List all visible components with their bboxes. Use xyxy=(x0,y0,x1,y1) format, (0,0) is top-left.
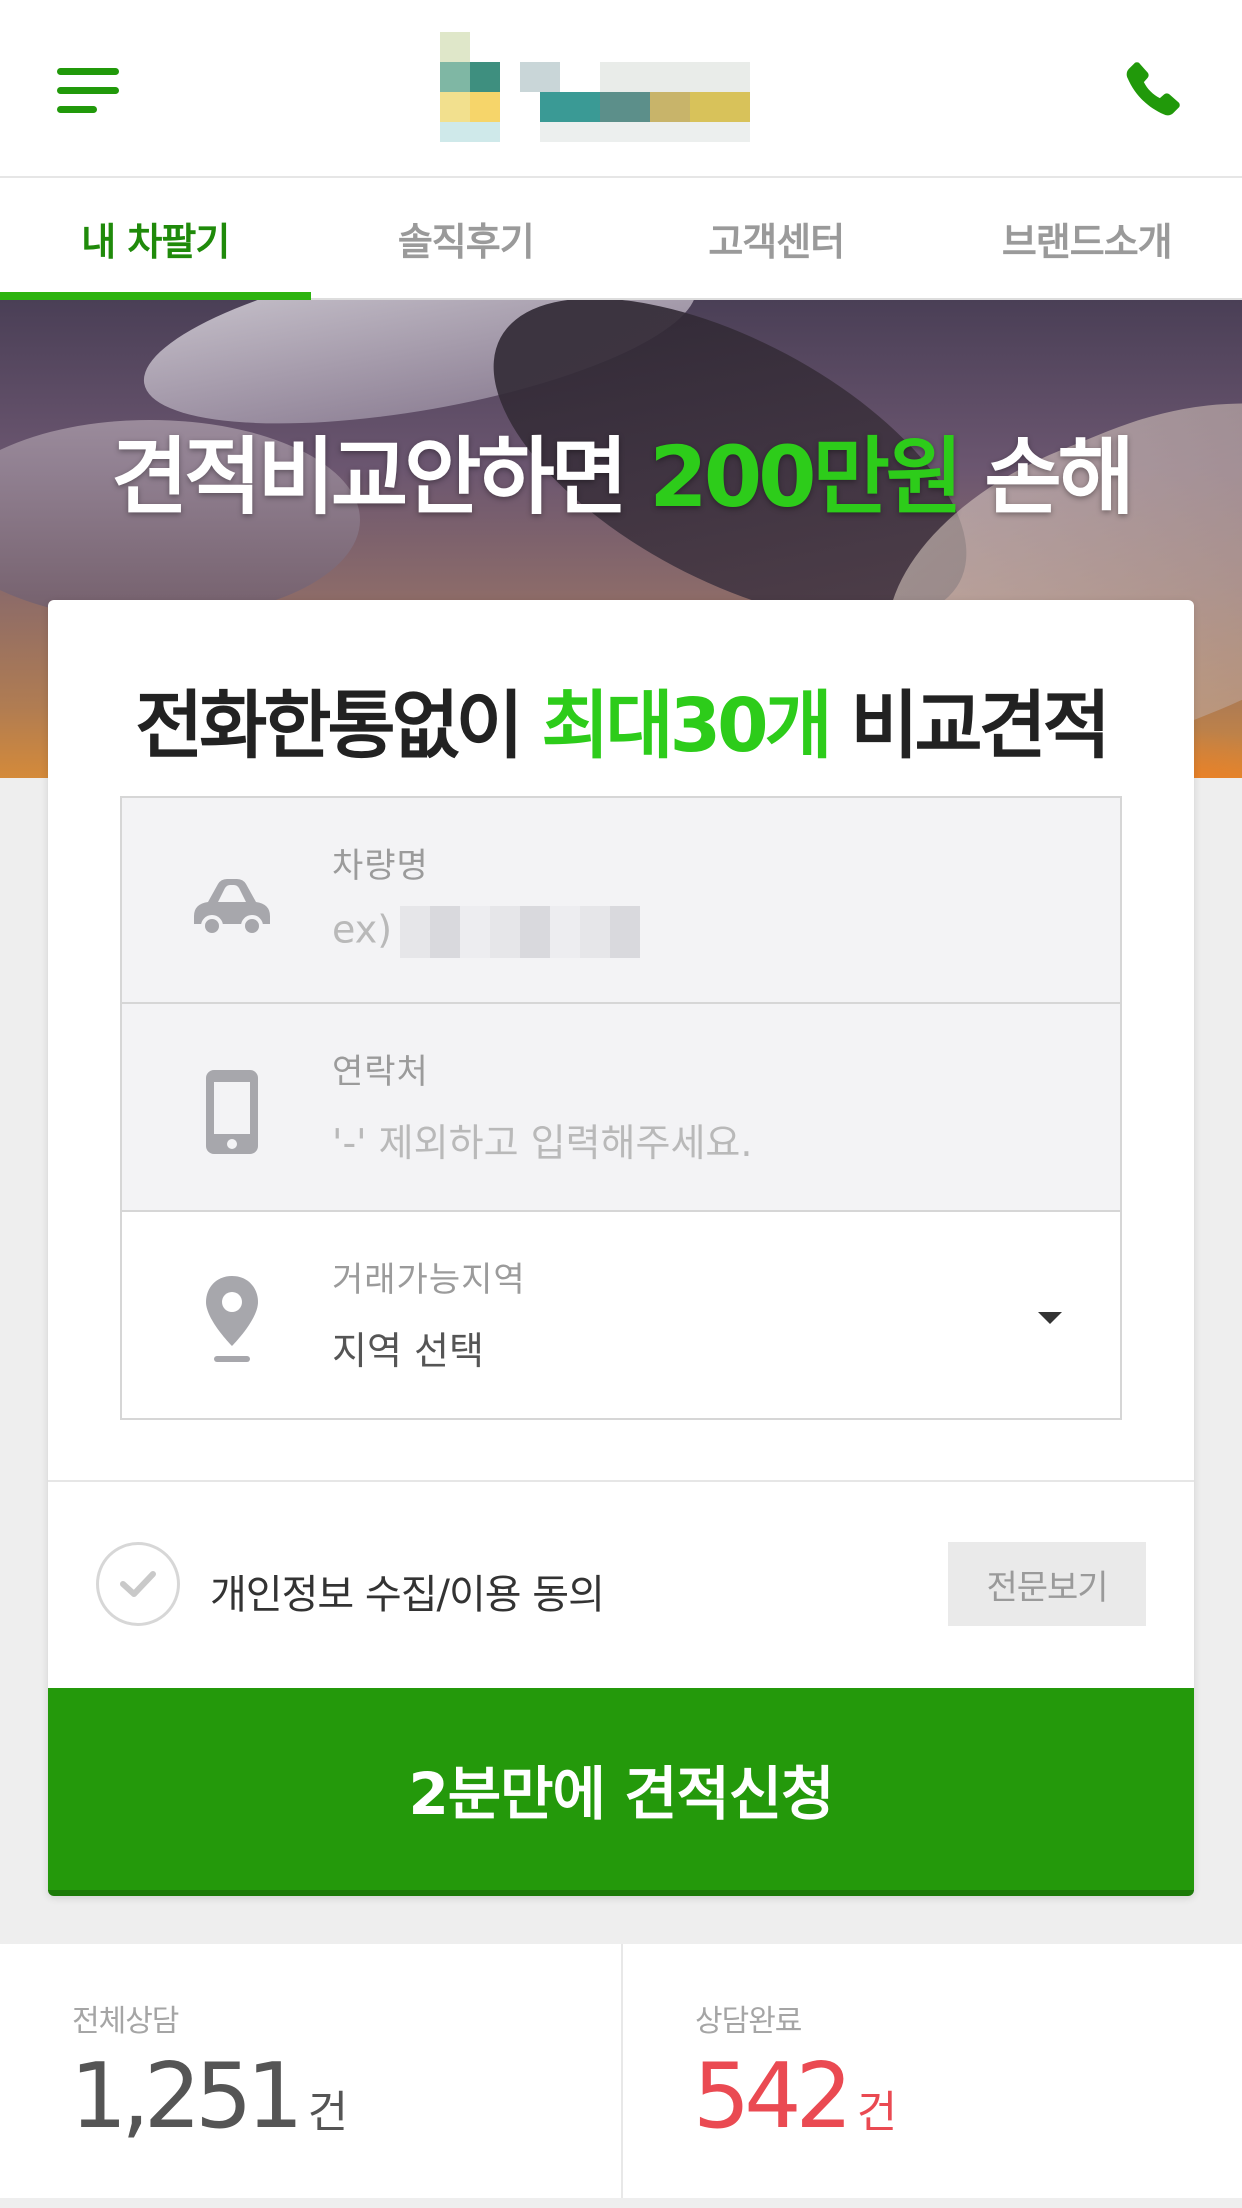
contact-input[interactable]: '-' 제외하고 입력해주세요. xyxy=(332,1112,752,1167)
phone-icon[interactable] xyxy=(1122,56,1186,120)
privacy-agree-checkbox[interactable] xyxy=(96,1542,180,1626)
hero-title: 견적비교안하면 200만원 손해 xyxy=(111,428,1135,526)
hero-title-highlight: 200만원 xyxy=(649,428,963,526)
smartphone-icon xyxy=(182,1062,282,1162)
tab-customer-center[interactable]: 고객센터 xyxy=(621,178,932,298)
submit-quote-button[interactable]: 2분만에 견적신청 xyxy=(48,1688,1194,1896)
check-icon xyxy=(120,1571,156,1597)
stat-total-label: 전체상담 xyxy=(72,2004,179,2039)
hamburger-menu-icon[interactable] xyxy=(57,68,121,113)
stat-total-consultations: 전체상담 1,251 건 xyxy=(0,1944,621,2198)
privacy-agree-label[interactable]: 개인정보 수집/이용 동의 xyxy=(210,1562,605,1620)
region-select-field[interactable]: 거래가능지역 지역 선택 xyxy=(120,1212,1122,1420)
stat-total-value: 1,251 건 xyxy=(70,2044,349,2149)
quote-form-card: 전화한통없이 최대30개 비교견적 차량명 ex) 연락처 '-' 제외하고 입… xyxy=(48,600,1194,1896)
main-tabs: 내 차팔기 솔직후기 고객센터 브랜드소개 xyxy=(0,178,1242,300)
form-title-highlight: 최대30개 xyxy=(541,683,832,769)
form-divider xyxy=(48,1480,1194,1482)
contact-field[interactable]: 연락처 '-' 제외하고 입력해주세요. xyxy=(120,1004,1122,1212)
stat-done-label: 상담완료 xyxy=(695,2004,802,2039)
contact-label: 연락처 xyxy=(332,1052,429,1092)
header xyxy=(0,0,1242,178)
car-icon xyxy=(182,856,282,956)
chevron-down-icon[interactable] xyxy=(1038,1312,1062,1324)
car-name-field[interactable]: 차량명 ex) xyxy=(120,796,1122,1004)
car-name-input[interactable]: ex) xyxy=(332,906,641,958)
stat-completed-consultations: 상담완료 542 건 xyxy=(621,1944,1242,2198)
view-full-terms-button[interactable]: 전문보기 xyxy=(948,1542,1146,1626)
consultation-stats: 전체상담 1,251 건 상담완료 542 건 xyxy=(0,1944,1242,2198)
region-select-value[interactable]: 지역 선택 xyxy=(332,1320,484,1375)
location-pin-icon xyxy=(182,1270,282,1370)
brand-logo[interactable] xyxy=(420,22,820,162)
region-label: 거래가능지역 xyxy=(332,1260,526,1300)
form-title: 전화한통없이 최대30개 비교견적 xyxy=(135,683,1111,769)
stat-done-value: 542 건 xyxy=(693,2044,898,2149)
tab-sell-my-car[interactable]: 내 차팔기 xyxy=(0,178,311,300)
tab-reviews[interactable]: 솔직후기 xyxy=(311,178,622,298)
app-root: 내 차팔기 솔직후기 고객센터 브랜드소개 견적비교안하면 200만원 손해 전… xyxy=(0,0,1242,2208)
tab-brand-intro[interactable]: 브랜드소개 xyxy=(932,178,1242,298)
car-name-label: 차량명 xyxy=(332,846,429,886)
